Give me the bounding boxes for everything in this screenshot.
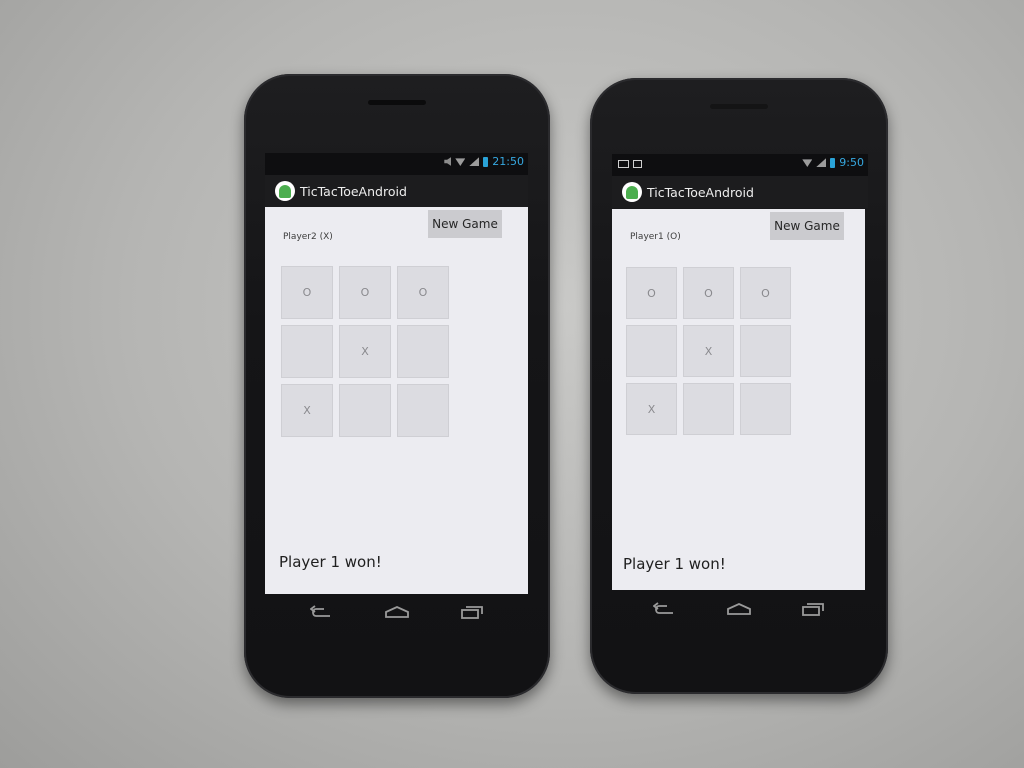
tic-tac-toe-board: O O O X X	[626, 267, 791, 435]
home-icon	[727, 603, 751, 615]
navigation-bar	[628, 594, 850, 624]
board-cell[interactable]: X	[626, 383, 677, 435]
board-cell[interactable]	[740, 325, 791, 377]
clock: 9:50	[839, 156, 864, 169]
back-button[interactable]	[650, 598, 680, 620]
current-player-label: Player1 (O)	[630, 232, 681, 242]
clock: 21:50	[492, 155, 524, 168]
board-cell[interactable]	[397, 384, 449, 437]
board-cell[interactable]: O	[281, 266, 333, 319]
board-cell[interactable]: X	[339, 325, 391, 378]
board-cell[interactable]: X	[281, 384, 333, 437]
earpiece	[710, 104, 768, 109]
android-app-icon[interactable]	[275, 181, 295, 201]
mute-icon	[444, 157, 452, 166]
current-player-label: Player2 (X)	[283, 232, 333, 242]
phone-left: 21:50 TicTacToeAndroid New Game Player2 …	[244, 74, 550, 698]
game-screen: New Game Player1 (O) O O O X X Player 1 …	[612, 209, 865, 590]
action-bar: TicTacToeAndroid	[612, 176, 868, 208]
play-store-icon	[633, 160, 642, 168]
android-app-icon[interactable]	[622, 182, 642, 202]
phone-right: 9:50 TicTacToeAndroid New Game Player1 (…	[590, 78, 888, 694]
board-cell[interactable]	[683, 383, 734, 435]
gmail-icon	[618, 160, 629, 168]
status-icons: 9:50	[802, 156, 864, 169]
battery-icon	[830, 157, 836, 168]
earpiece	[368, 100, 426, 105]
action-bar: TicTacToeAndroid	[265, 175, 528, 207]
tic-tac-toe-board: O O O X X	[281, 266, 449, 437]
app-title: TicTacToeAndroid	[300, 183, 407, 199]
status-bar: 21:50	[265, 153, 528, 175]
back-button[interactable]	[307, 601, 337, 623]
board-cell[interactable]: O	[740, 267, 791, 319]
status-icons: 21:50	[444, 155, 524, 168]
android-robot-icon	[279, 184, 291, 198]
board-cell[interactable]: X	[683, 325, 734, 377]
recent-apps-button[interactable]	[457, 601, 487, 623]
navigation-bar	[284, 597, 510, 627]
back-icon	[653, 602, 673, 614]
game-result-text: Player 1 won!	[279, 553, 382, 571]
board-cell[interactable]	[626, 325, 677, 377]
notification-icons	[618, 157, 642, 168]
board-cell[interactable]: O	[626, 267, 677, 319]
wifi-icon	[455, 158, 466, 166]
signal-icon	[816, 158, 827, 167]
board-cell[interactable]: O	[397, 266, 449, 319]
home-button[interactable]	[724, 598, 754, 620]
board-cell[interactable]	[740, 383, 791, 435]
new-game-button[interactable]: New Game	[428, 210, 502, 238]
app-title: TicTacToeAndroid	[647, 184, 754, 200]
game-result-text: Player 1 won!	[623, 555, 726, 573]
board-cell[interactable]	[281, 325, 333, 378]
recent-apps-icon	[461, 606, 484, 619]
wifi-icon	[802, 159, 813, 167]
android-robot-icon	[626, 185, 638, 199]
board-cell[interactable]: O	[683, 267, 734, 319]
back-icon	[309, 605, 330, 617]
status-bar: 9:50	[612, 154, 868, 176]
board-cell[interactable]: O	[339, 266, 391, 319]
recent-apps-icon	[802, 603, 824, 616]
board-cell[interactable]	[397, 325, 449, 378]
board-cell[interactable]	[339, 384, 391, 437]
home-icon	[385, 606, 409, 618]
game-screen: New Game Player2 (X) O O O X X Player 1 …	[265, 207, 528, 594]
battery-icon	[483, 156, 489, 167]
signal-icon	[469, 157, 480, 166]
new-game-button[interactable]: New Game	[770, 212, 844, 240]
recent-apps-button[interactable]	[798, 598, 828, 620]
home-button[interactable]	[382, 601, 412, 623]
